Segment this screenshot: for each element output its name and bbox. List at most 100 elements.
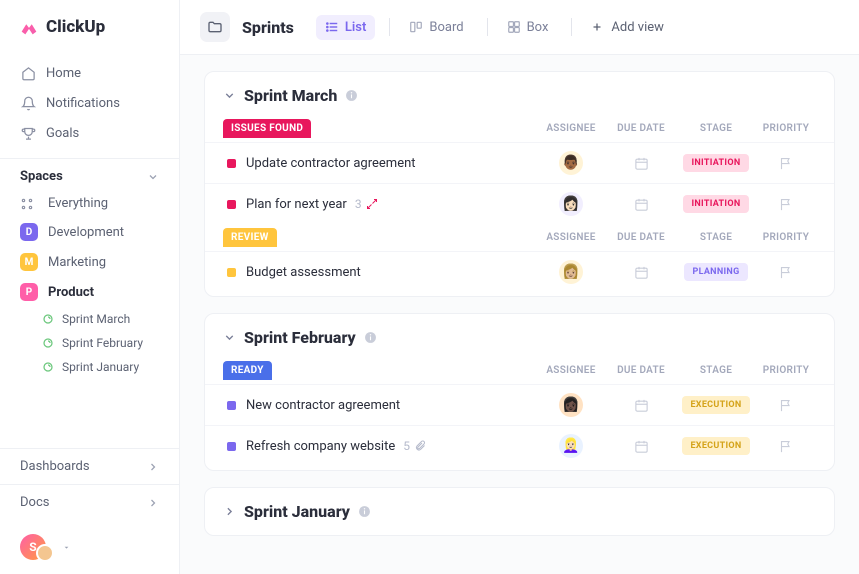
- space-everything-label: Everything: [48, 196, 108, 211]
- assignee-avatar[interactable]: 👩🏼: [559, 260, 583, 284]
- stage-badge[interactable]: INITIATION: [683, 154, 748, 172]
- folder-button[interactable]: [200, 12, 230, 42]
- home-icon: [20, 65, 36, 81]
- col-stage: STAGE: [676, 365, 756, 376]
- task-row[interactable]: New contractor agreement 👩🏿 EXECUTION: [205, 384, 834, 425]
- nav-notifications-label: Notifications: [46, 96, 120, 111]
- sprint-header[interactable]: Sprint March: [205, 86, 834, 115]
- priority-cell[interactable]: [756, 197, 816, 212]
- space-badge: M: [20, 253, 38, 271]
- col-due: DUE DATE: [606, 232, 676, 243]
- sprint-sub-item[interactable]: Sprint February: [0, 331, 179, 355]
- sprint-header[interactable]: Sprint January: [205, 502, 834, 531]
- sprint-header[interactable]: Sprint February: [205, 328, 834, 357]
- col-priority: PRIORITY: [756, 365, 816, 376]
- attachment-count[interactable]: 5: [403, 439, 426, 453]
- assignee-avatar[interactable]: 👩🏿: [559, 393, 583, 417]
- due-date-cell[interactable]: [606, 439, 676, 454]
- task-status-dot: [227, 200, 236, 209]
- stage-badge[interactable]: INITIATION: [683, 195, 748, 213]
- folder-icon: [207, 19, 223, 35]
- due-date-cell[interactable]: [606, 398, 676, 413]
- user-avatar-secondary: [36, 544, 54, 562]
- due-date-cell[interactable]: [606, 265, 676, 280]
- clickup-logo-icon: [18, 16, 40, 38]
- task-name: Plan for next year: [246, 197, 347, 212]
- brand-name: ClickUp: [46, 17, 105, 37]
- user-menu[interactable]: S: [0, 520, 179, 574]
- sprint-title: Sprint January: [244, 502, 350, 521]
- board-icon: [409, 20, 424, 35]
- due-date-cell[interactable]: [606, 197, 676, 212]
- priority-cell[interactable]: [756, 156, 816, 171]
- chevron-right-icon: [223, 505, 236, 518]
- sprint-sub-item[interactable]: Sprint January: [0, 355, 179, 379]
- sprint-sub-item[interactable]: Sprint March: [0, 307, 179, 331]
- space-label: Marketing: [48, 255, 106, 270]
- task-status-dot: [227, 159, 236, 168]
- col-assignee: ASSIGNEE: [536, 365, 606, 376]
- assignee-avatar[interactable]: 👨🏾: [559, 151, 583, 175]
- space-badge: P: [20, 283, 38, 301]
- col-priority: PRIORITY: [756, 123, 816, 134]
- task-status-dot: [227, 442, 236, 451]
- assignee-avatar[interactable]: 👱🏻‍♀️: [559, 434, 583, 458]
- chevron-down-icon: [223, 331, 236, 344]
- assignee-avatar[interactable]: 👩🏻: [559, 192, 583, 216]
- space-item-development[interactable]: DDevelopment: [0, 217, 179, 247]
- space-item-marketing[interactable]: M Marketing: [0, 247, 179, 277]
- priority-cell[interactable]: [756, 265, 816, 280]
- view-tab-board[interactable]: Board: [400, 15, 472, 40]
- stage-badge[interactable]: EXECUTION: [682, 437, 749, 455]
- col-stage: STAGE: [676, 123, 756, 134]
- list-icon: [325, 20, 340, 35]
- view-tab-box[interactable]: Box: [498, 15, 558, 40]
- col-assignee: ASSIGNEE: [536, 232, 606, 243]
- logo[interactable]: ClickUp: [0, 0, 179, 54]
- page-title: Sprints: [242, 18, 294, 37]
- space-item-product[interactable]: P Product: [0, 277, 179, 307]
- sprint-sub-label: Sprint February: [62, 336, 143, 350]
- subtask-count[interactable]: 3: [355, 197, 378, 211]
- view-tab-list[interactable]: List: [316, 15, 375, 40]
- spaces-label: Spaces: [20, 169, 63, 184]
- sprint-panel: Sprint February READY ASSIGNEE DUE DATE …: [204, 313, 835, 471]
- sprint-panel: Sprint March ISSUES FOUND ASSIGNEE DUE D…: [204, 71, 835, 297]
- priority-cell[interactable]: [756, 439, 816, 454]
- status-header-row: REVIEW ASSIGNEE DUE DATE STAGE PRIORITY: [205, 224, 834, 251]
- status-header-row: READY ASSIGNEE DUE DATE STAGE PRIORITY: [205, 357, 834, 384]
- nav-home[interactable]: Home: [0, 58, 179, 88]
- task-status-dot: [227, 401, 236, 410]
- due-date-cell[interactable]: [606, 156, 676, 171]
- view-tab-board-label: Board: [429, 20, 463, 35]
- bell-icon: [20, 95, 36, 111]
- content-area: Sprint March ISSUES FOUND ASSIGNEE DUE D…: [180, 55, 859, 574]
- status-label[interactable]: READY: [223, 361, 272, 380]
- space-everything[interactable]: Everything: [0, 190, 179, 217]
- caret-down-icon: [62, 543, 71, 552]
- col-assignee: ASSIGNEE: [536, 123, 606, 134]
- task-row[interactable]: Refresh company website 5 👱🏻‍♀️ EXECUTIO…: [205, 425, 834, 466]
- task-row[interactable]: Update contractor agreement 👨🏾 INITIATIO…: [205, 142, 834, 183]
- nav-dashboards[interactable]: Dashboards: [0, 449, 179, 484]
- space-label: Product: [48, 285, 94, 300]
- nav-goals-label: Goals: [46, 126, 79, 141]
- col-priority: PRIORITY: [756, 232, 816, 243]
- task-row[interactable]: Budget assessment 👩🏼 PLANNING: [205, 251, 834, 292]
- view-tab-list-label: List: [345, 20, 366, 35]
- status-label[interactable]: ISSUES FOUND: [223, 119, 311, 138]
- add-view-button[interactable]: Add view: [582, 15, 673, 40]
- task-name: New contractor agreement: [246, 398, 400, 413]
- divider: [389, 18, 390, 36]
- status-label[interactable]: REVIEW: [223, 228, 277, 247]
- spaces-header[interactable]: Spaces: [0, 158, 179, 190]
- nav-docs[interactable]: Docs: [0, 484, 179, 520]
- task-name: Budget assessment: [246, 265, 361, 280]
- task-row[interactable]: Plan for next year 3 👩🏻 INITIATION: [205, 183, 834, 224]
- stage-badge[interactable]: EXECUTION: [682, 396, 749, 414]
- stage-badge[interactable]: PLANNING: [684, 263, 747, 281]
- nav-goals[interactable]: Goals: [0, 118, 179, 148]
- sprint-icon: [42, 337, 54, 349]
- priority-cell[interactable]: [756, 398, 816, 413]
- nav-notifications[interactable]: Notifications: [0, 88, 179, 118]
